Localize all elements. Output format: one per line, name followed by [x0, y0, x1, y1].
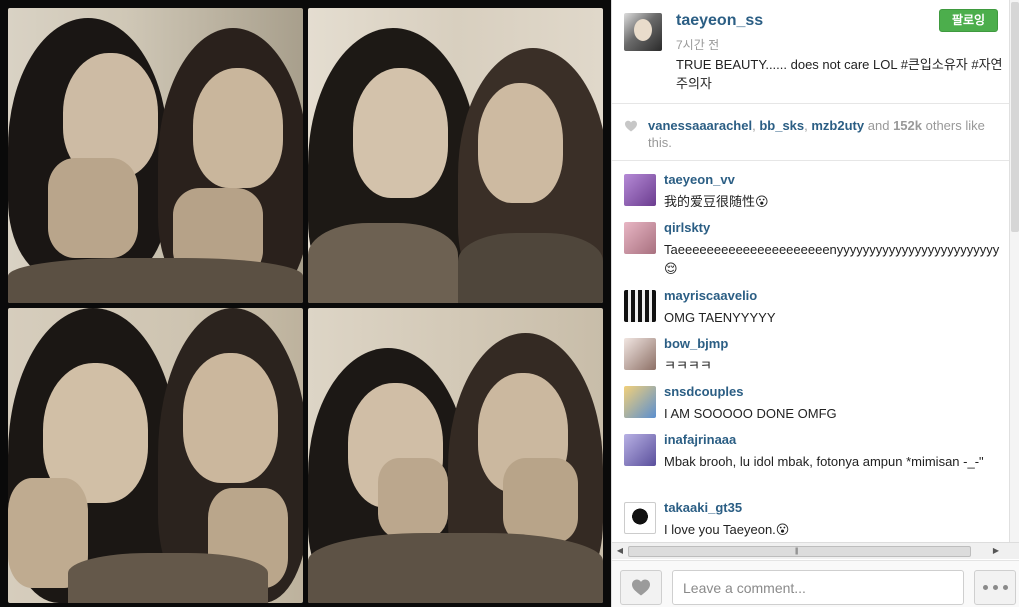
comment-username[interactable]: snsdcouples	[664, 384, 743, 399]
comment-username[interactable]: bow_bjmp	[664, 336, 728, 351]
comment-item: inafajrinaaa Mbak brooh, lu idol mbak, f…	[612, 422, 1009, 490]
post-caption: TRUE BEAUTY...... does not care LOL #큰입소…	[676, 57, 1003, 91]
post-header: taeyeon_ss 7시간 전 TRUE BEAUTY...... does …	[612, 0, 1009, 104]
liker-link[interactable]: vanessaaarachel	[648, 118, 752, 133]
comment-avatar[interactable]	[624, 290, 656, 322]
like-button[interactable]	[620, 570, 662, 605]
photo-frame-bottom-right	[308, 308, 603, 603]
comment-text: Mbak brooh, lu idol mbak, fotonya ampun …	[664, 454, 984, 469]
comment-item: snsdcouples I AM SOOOOO DONE OMFG	[612, 374, 1009, 422]
comment-bar	[612, 560, 1019, 607]
comment-avatar[interactable]	[624, 338, 656, 370]
comment-item: bow_bjmp ㅋㅋㅋㅋ	[612, 326, 1009, 374]
comment-input[interactable]	[672, 570, 964, 605]
owner-avatar[interactable]	[624, 13, 662, 51]
comment-text: OMG TAENYYYYY	[664, 310, 776, 325]
likes-count[interactable]: 152k	[893, 118, 922, 133]
more-dots-icon	[983, 585, 988, 590]
more-dots-icon	[993, 585, 998, 590]
comment-text: I AM SOOOOO DONE OMFG	[664, 406, 837, 421]
comment-avatar[interactable]	[624, 174, 656, 206]
post-photo[interactable]	[0, 0, 611, 607]
following-button[interactable]: 팔로잉	[939, 9, 998, 32]
comments-list: taeyeon_vv 我的爱豆很随性😮 qirlskty Taeeeeeeeee…	[612, 162, 1009, 542]
likes-section: vanessaaarachel, bb_sks, mzb2uty and 152…	[612, 105, 1009, 161]
post-side-panel: taeyeon_ss 7시간 전 TRUE BEAUTY...... does …	[611, 0, 1019, 607]
photo-frame-top-left	[8, 8, 303, 303]
photo-frame-bottom-left	[8, 308, 303, 603]
heart-icon	[632, 579, 650, 596]
comment-text: ㅋㅋㅋㅋ	[664, 358, 712, 373]
liker-link[interactable]: mzb2uty	[811, 118, 864, 133]
horizontal-scroll-thumb[interactable]: |||	[628, 546, 971, 557]
comment-avatar[interactable]	[624, 434, 656, 466]
vertical-scroll-thumb[interactable]	[1011, 2, 1019, 232]
comment-username[interactable]: mayriscaavelio	[664, 288, 757, 303]
heart-icon	[625, 120, 637, 132]
owner-username[interactable]: taeyeon_ss	[676, 12, 763, 30]
liker-link[interactable]: bb_sks	[759, 118, 804, 133]
scroll-left-arrow-icon[interactable]: ◀	[614, 545, 626, 557]
comment-username[interactable]: inafajrinaaa	[664, 432, 736, 447]
comment-item: mayriscaavelio OMG TAENYYYYY	[612, 278, 1009, 326]
scroll-right-arrow-icon[interactable]: ▶	[990, 545, 1002, 557]
grip-icon: |||	[795, 548, 799, 555]
photo-frame-top-right	[308, 8, 603, 303]
horizontal-scrollbar[interactable]: ◀ ||| ▶	[612, 542, 1019, 559]
comment-item: qirlskty Taeeeeeeeeeeeeeeeeeeeeenyyyyyyy…	[612, 210, 1009, 278]
comment-avatar[interactable]	[624, 222, 656, 254]
comment-username[interactable]: takaaki_gt35	[664, 500, 742, 515]
more-options-button[interactable]	[974, 570, 1016, 605]
comment-username[interactable]: taeyeon_vv	[664, 172, 735, 187]
comment-text: 我的爱豆很随性😮	[664, 194, 769, 209]
comment-item: taeyeon_vv 我的爱豆很随性😮	[612, 162, 1009, 210]
likes-summary: vanessaaarachel, bb_sks, mzb2uty and 152…	[648, 118, 985, 150]
comment-item: takaaki_gt35 I love you Taeyeon.😮	[612, 490, 1009, 542]
likes-and: and	[867, 118, 890, 133]
comment-text: I love you Taeyeon.😮	[664, 522, 790, 537]
comment-username[interactable]: qirlskty	[664, 220, 710, 235]
comment-avatar[interactable]	[624, 502, 656, 534]
post-timestamp: 7시간 전	[676, 38, 720, 52]
comment-avatar[interactable]	[624, 386, 656, 418]
more-dots-icon	[1003, 585, 1008, 590]
comment-text: Taeeeeeeeeeeeeeeeeeeeeenyyyyyyyyyyyyyyyy…	[664, 242, 1000, 276]
comments-vertical-scrollbar[interactable]	[1009, 0, 1019, 542]
